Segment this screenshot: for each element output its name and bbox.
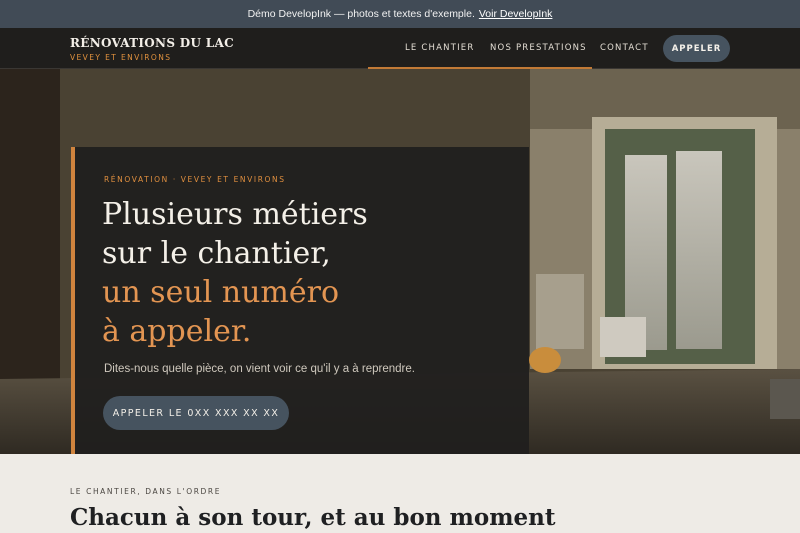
headline-accent-2: à appeler.: [102, 314, 252, 349]
brand-logo[interactable]: RÉNOVATIONS DU LAC VEVEY ET ENVIRONS: [70, 36, 234, 62]
headline-line-2: sur le chantier,: [102, 236, 331, 271]
demo-banner-text: Démo DevelopInk — photos et textes d'exe…: [247, 8, 475, 20]
section-eyebrow: LE CHANTIER, DANS L'ORDRE: [70, 487, 222, 496]
headline-accent-1: un seul numéro: [102, 275, 340, 310]
headline-line-1: Plusieurs métiers: [102, 197, 368, 232]
chantier-section: LE CHANTIER, DANS L'ORDRE Chacun à son t…: [0, 454, 800, 533]
hero-eyebrow: RÉNOVATION · VEVEY ET ENVIRONS: [104, 175, 286, 184]
nav-link-chantier[interactable]: LE CHANTIER: [405, 43, 474, 53]
hero-headline: Plusieurs métiers sur le chantier, un se…: [102, 195, 368, 351]
brand-name: RÉNOVATIONS DU LAC: [70, 36, 234, 50]
call-button[interactable]: APPELER: [663, 35, 730, 62]
demo-banner-link[interactable]: Voir DevelopInk: [479, 8, 553, 20]
demo-banner: Démo DevelopInk — photos et textes d'exe…: [0, 0, 800, 28]
hero-lead: Dites-nous quelle pièce, on vient voir c…: [104, 363, 415, 375]
section-title: Chacun à son tour, et au bon moment: [70, 504, 556, 531]
call-phone-button[interactable]: APPELER LE 0XX XXX XX XX: [103, 396, 289, 430]
hero-section: RÉNOVATION · VEVEY ET ENVIRONS Plusieurs…: [0, 69, 800, 454]
nav-link-contact[interactable]: CONTACT: [600, 43, 649, 53]
hero-card: RÉNOVATION · VEVEY ET ENVIRONS Plusieurs…: [71, 147, 529, 454]
brand-tagline: VEVEY ET ENVIRONS: [70, 53, 172, 62]
nav-link-prestations[interactable]: NOS PRESTATIONS: [490, 43, 587, 53]
